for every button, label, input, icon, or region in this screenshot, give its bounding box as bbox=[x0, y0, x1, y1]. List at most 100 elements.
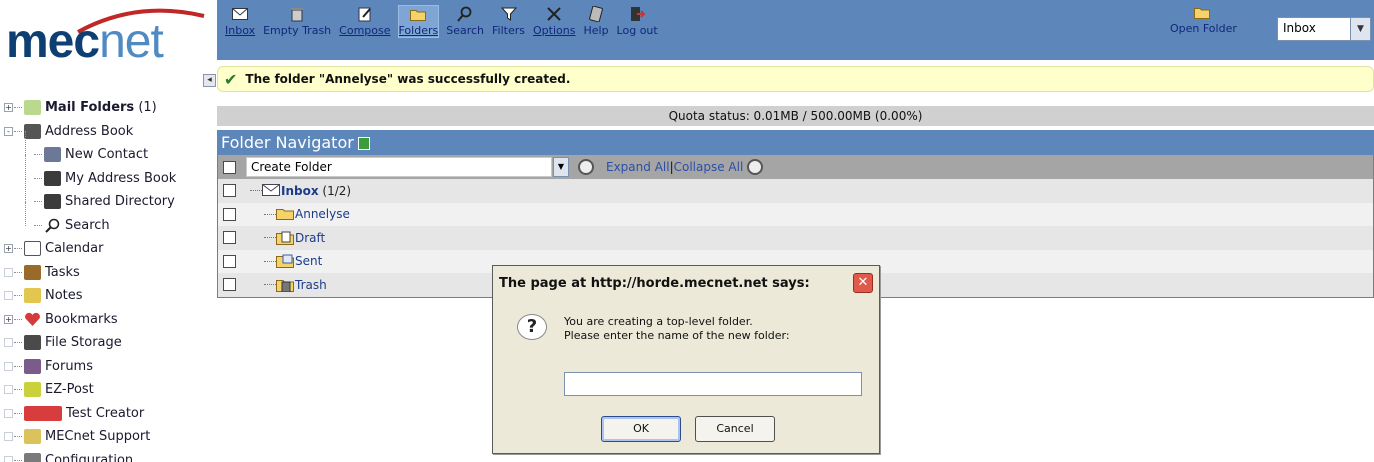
collapse-toggle[interactable]: - bbox=[4, 126, 13, 136]
logo-text-net: net bbox=[99, 15, 164, 68]
sidebar-item-search[interactable]: Search bbox=[4, 201, 208, 238]
go-icon[interactable] bbox=[747, 159, 764, 175]
tasks-icon bbox=[24, 264, 41, 280]
sidebar-item-test-creator[interactable]: Test Creator bbox=[4, 402, 208, 426]
sidebar-tree: + Mail Folders (1) - Address Book New Co… bbox=[4, 96, 208, 462]
search-button[interactable]: Search bbox=[446, 6, 484, 37]
envelope-icon bbox=[262, 183, 280, 198]
navigator-controls: Create Folder ▼ Expand All|Collapse All bbox=[218, 155, 1373, 179]
question-icon: ? bbox=[517, 314, 547, 340]
success-notice: ✔ The folder "Annelyse" was successfully… bbox=[217, 66, 1374, 92]
sent-icon bbox=[276, 254, 294, 269]
mcas-icon bbox=[24, 405, 62, 421]
sidebar-collapse-icon[interactable]: ◂ bbox=[203, 74, 216, 87]
chevron-down-icon[interactable]: ▼ bbox=[553, 157, 569, 177]
top-toolbar: Inbox Empty Trash Compose Folders Search… bbox=[217, 0, 1374, 60]
logout-button[interactable]: Log out bbox=[617, 6, 658, 37]
folder-name-input[interactable] bbox=[564, 372, 862, 396]
folder-checkbox[interactable] bbox=[223, 278, 236, 292]
search-icon bbox=[44, 218, 61, 233]
folder-row-inbox[interactable]: Inbox (1/2) bbox=[218, 179, 1373, 203]
sidebar: mecnet + Mail Folders (1) - Address Book… bbox=[0, 0, 210, 462]
sidebar-item-configuration[interactable]: Configuration bbox=[4, 449, 208, 462]
open-folder-button[interactable]: Open Folder bbox=[1170, 6, 1237, 35]
folder-icon bbox=[409, 6, 427, 22]
sidebar-item-file-storage[interactable]: File Storage bbox=[4, 331, 208, 355]
calendar-icon bbox=[24, 241, 41, 257]
new-contact-icon bbox=[44, 147, 61, 163]
sidebar-item-tasks[interactable]: Tasks bbox=[4, 261, 208, 285]
expand-toggle[interactable]: + bbox=[4, 244, 13, 254]
expand-toggle[interactable]: + bbox=[4, 314, 13, 324]
sidebar-item-new-contact[interactable]: New Contact bbox=[4, 131, 208, 167]
sidebar-item-ez-post[interactable]: EZ-Post bbox=[4, 378, 208, 402]
quota-status: Quota status: 0.01MB / 500.00MB (0.00%) bbox=[217, 106, 1374, 126]
sidebar-item-forums[interactable]: Forums bbox=[4, 355, 208, 379]
logo-text-mec: mec bbox=[6, 15, 100, 68]
go-icon[interactable] bbox=[578, 159, 594, 175]
sidebar-item-address-book[interactable]: - Address Book bbox=[4, 120, 208, 144]
heart-icon bbox=[24, 312, 41, 327]
sidebar-item-bookmarks[interactable]: + Bookmarks bbox=[4, 308, 208, 332]
filters-button[interactable]: Filters bbox=[492, 6, 525, 37]
help-icon bbox=[587, 6, 605, 22]
close-icon[interactable]: ✕ bbox=[853, 273, 873, 293]
trash-icon bbox=[276, 278, 294, 293]
address-book-icon bbox=[44, 170, 61, 186]
chevron-down-icon[interactable]: ▼ bbox=[1350, 18, 1370, 40]
dialog-body: ? You are creating a top-level folder. P… bbox=[493, 300, 881, 455]
tools-icon bbox=[545, 6, 563, 22]
folder-checkbox[interactable] bbox=[223, 184, 236, 198]
mecnet-webmail-page: mecnet + Mail Folders (1) - Address Book… bbox=[0, 0, 1374, 462]
expand-all-link[interactable]: Expand All bbox=[606, 160, 670, 174]
toolbar-buttons: Inbox Empty Trash Compose Folders Search… bbox=[225, 5, 666, 38]
options-button[interactable]: Options bbox=[533, 6, 575, 37]
folder-row-draft[interactable]: Draft bbox=[218, 226, 1373, 250]
trash-icon bbox=[288, 6, 306, 22]
empty-trash-button[interactable]: Empty Trash bbox=[263, 6, 331, 37]
checkmark-icon: ✔ bbox=[224, 69, 238, 89]
select-all-checkbox[interactable] bbox=[223, 160, 236, 174]
shared-directory-icon bbox=[44, 194, 61, 210]
folder-row-annelyse[interactable]: Annelyse bbox=[218, 202, 1373, 226]
folder-checkbox[interactable] bbox=[223, 207, 236, 221]
filter-icon bbox=[500, 6, 518, 22]
collapse-all-link[interactable]: Collapse All bbox=[674, 160, 744, 174]
folder-checkbox[interactable] bbox=[223, 254, 236, 268]
file-storage-icon bbox=[24, 335, 41, 351]
inbox-button[interactable]: Inbox bbox=[225, 6, 255, 37]
folder-action-select[interactable]: Create Folder ▼ bbox=[246, 157, 569, 177]
help-icon[interactable] bbox=[357, 137, 370, 150]
mail-folders-icon bbox=[24, 100, 41, 116]
sidebar-item-mail-folders[interactable]: + Mail Folders (1) bbox=[4, 96, 208, 120]
forums-icon bbox=[24, 358, 41, 374]
search-icon bbox=[456, 6, 474, 22]
page-title: Folder Navigator bbox=[221, 133, 354, 152]
compose-icon bbox=[356, 6, 374, 22]
ok-button[interactable]: OK bbox=[601, 416, 681, 442]
notes-icon bbox=[24, 288, 41, 304]
folder-icon bbox=[1194, 6, 1212, 22]
logout-icon bbox=[628, 6, 646, 22]
sidebar-item-my-address-book[interactable]: My Address Book bbox=[4, 154, 208, 191]
expand-toggle[interactable]: + bbox=[4, 103, 13, 113]
dialog-message: You are creating a top-level folder. Ple… bbox=[564, 315, 790, 342]
configuration-icon bbox=[24, 452, 41, 462]
dialog-title: The page at http://horde.mecnet.net says… bbox=[499, 275, 810, 291]
sidebar-item-shared-directory[interactable]: Shared Directory bbox=[4, 178, 208, 214]
folder-checkbox[interactable] bbox=[223, 231, 236, 245]
folder-icon bbox=[276, 207, 294, 221]
dialog-title-bar: The page at http://horde.mecnet.net says… bbox=[493, 266, 879, 300]
mecnet-logo[interactable]: mecnet bbox=[6, 6, 205, 68]
draft-icon bbox=[276, 231, 294, 245]
sidebar-item-mecnet-support[interactable]: MECnet Support bbox=[4, 425, 208, 449]
help-button[interactable]: Help bbox=[583, 6, 609, 37]
sidebar-item-notes[interactable]: Notes bbox=[4, 284, 208, 308]
sidebar-item-calendar[interactable]: + Calendar bbox=[4, 237, 208, 261]
folders-button[interactable]: Folders bbox=[397, 5, 440, 38]
compose-button[interactable]: Compose bbox=[339, 6, 391, 37]
folder-select[interactable]: Inbox ▼ bbox=[1277, 17, 1371, 41]
ez-post-icon bbox=[24, 382, 41, 398]
cancel-button[interactable]: Cancel bbox=[695, 416, 775, 442]
support-icon bbox=[24, 429, 41, 445]
